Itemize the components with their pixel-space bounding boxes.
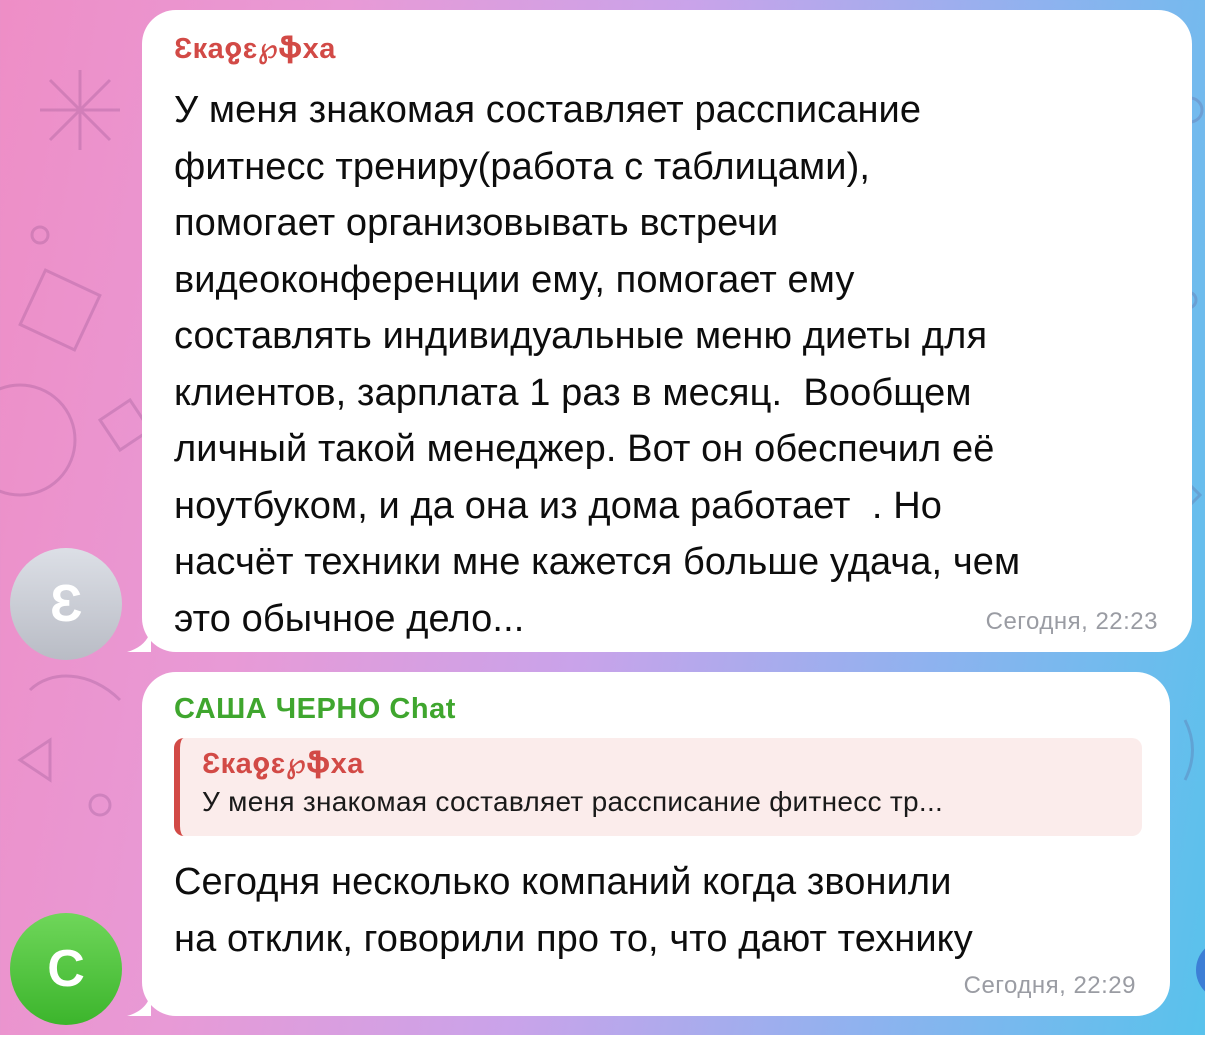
- bottom-divider: [0, 1035, 1205, 1041]
- avatar-initial: С: [47, 940, 85, 998]
- sender-avatar[interactable]: Ɛ: [10, 548, 122, 660]
- message-bubble[interactable]: САША ЧЕРНО Chat Ɛкаჹɛ℘ֆха У меня знакома…: [142, 672, 1170, 1016]
- message-sender-name[interactable]: Ɛкаჹɛ℘ֆха: [174, 32, 1162, 66]
- reply-quote[interactable]: Ɛкаჹɛ℘ֆха У меня знакомая составляет рас…: [174, 738, 1142, 836]
- sender-avatar[interactable]: С: [10, 913, 122, 1025]
- message-text: Сегодня несколько компаний когда звонили…: [174, 861, 973, 960]
- message-bubble[interactable]: Ɛкаჹɛ℘ֆха У меня знакомая составляет рас…: [142, 10, 1192, 652]
- reply-text: У меня знакомая составляет рассписание ф…: [202, 786, 944, 817]
- message-timestamp: Сегодня, 22:29: [963, 972, 1136, 999]
- message-sender-name[interactable]: САША ЧЕРНО Chat: [174, 692, 1140, 726]
- message-text: У меня знакомая составляет рассписание ф…: [174, 89, 1021, 640]
- avatar-initial: Ɛ: [49, 575, 83, 633]
- reply-sender-name: Ɛкаჹɛ℘ֆха: [202, 748, 364, 780]
- message-timestamp: Сегодня, 22:23: [985, 608, 1158, 635]
